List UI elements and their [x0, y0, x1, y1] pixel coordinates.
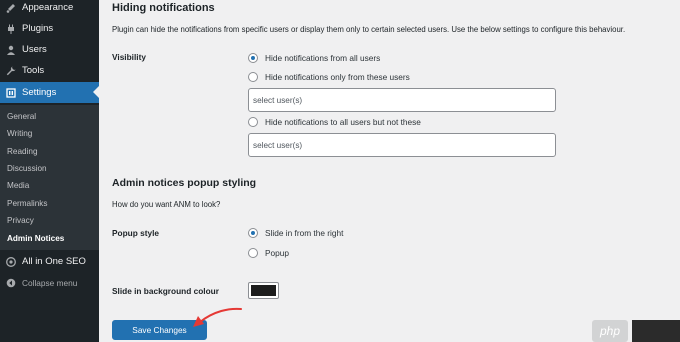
sidebar-item-appearance[interactable]: Appearance [0, 0, 99, 18]
submenu-general[interactable]: General [7, 112, 36, 121]
settings-content: Hiding notifications Plugin can hide the… [99, 0, 680, 342]
section-description: Plugin can hide the notifications from s… [112, 25, 626, 34]
radio-hide-only-these[interactable]: Hide notifications only from these users [248, 72, 410, 82]
collapse-menu-button[interactable]: Collapse menu [0, 272, 99, 293]
radio-hide-all[interactable]: Hide notifications from all users [248, 53, 380, 63]
paintbrush-icon [6, 3, 16, 13]
pointer-arrow-icon [193, 307, 242, 327]
section-title-hiding: Hiding notifications [112, 2, 215, 14]
watermark-bar [632, 320, 680, 342]
submenu-discussion[interactable]: Discussion [7, 164, 47, 173]
section-title-popup: Admin notices popup styling [112, 177, 257, 189]
radio-checked[interactable] [248, 53, 258, 63]
radio-unchecked[interactable] [248, 117, 258, 127]
popup-description: How do you want ANM to look? [112, 200, 221, 209]
submenu-media[interactable]: Media [7, 181, 29, 190]
radio-slide-in[interactable]: Slide in from the right [248, 228, 343, 238]
settings-submenu: General Writing Reading Discussion Media… [0, 105, 99, 250]
sidebar-item-users[interactable]: Users [0, 39, 99, 60]
sidebar-item-label: Appearance [22, 2, 74, 13]
color-picker-button[interactable] [248, 282, 279, 299]
radio-label: Popup [265, 248, 289, 258]
sidebar-item-label: Users [22, 44, 47, 55]
aioseo-icon [6, 256, 16, 267]
submenu-permalinks[interactable]: Permalinks [7, 199, 48, 208]
color-swatch-fill [251, 285, 276, 296]
radio-label: Slide in from the right [265, 228, 344, 238]
radio-popup[interactable]: Popup [248, 248, 289, 258]
users-icon [6, 45, 16, 55]
select-users-input-1[interactable]: select user(s) [248, 88, 556, 112]
submenu-privacy[interactable]: Privacy [7, 216, 34, 225]
submenu-writing[interactable]: Writing [7, 129, 32, 138]
sidebar-item-aioseo[interactable]: All in One SEO [0, 251, 99, 272]
watermark: php [592, 320, 680, 342]
bg-colour-label: Slide in background colour [112, 286, 219, 296]
submenu-reading[interactable]: Reading [7, 147, 38, 156]
sidebar-item-label: Plugins [22, 23, 54, 34]
plugin-icon [6, 24, 16, 34]
sidebar-item-label: Settings [22, 87, 57, 98]
radio-unchecked[interactable] [248, 72, 258, 82]
submenu-admin-notices[interactable]: Admin Notices [7, 234, 64, 243]
radio-checked[interactable] [248, 228, 258, 238]
sidebar-item-tools[interactable]: Tools [0, 60, 99, 81]
sidebar-item-label: All in One SEO [22, 256, 86, 267]
radio-unchecked[interactable] [248, 248, 258, 258]
sidebar-item-label: Collapse menu [22, 277, 78, 288]
admin-sidebar: Appearance Plugins Users Tools Settings … [0, 0, 99, 342]
select-users-input-2[interactable]: select user(s) [248, 133, 556, 157]
radio-label: Hide notifications to all users but not … [265, 117, 421, 127]
wrench-icon [6, 66, 16, 76]
sidebar-item-settings[interactable]: Settings [0, 82, 99, 103]
php-logo: php [592, 320, 628, 342]
visibility-label: Visibility [112, 52, 146, 62]
sidebar-item-label: Tools [22, 65, 45, 76]
popup-style-label: Popup style [112, 228, 160, 238]
sidebar-item-plugins[interactable]: Plugins [0, 18, 99, 39]
radio-label: Hide notifications only from these users [265, 72, 410, 82]
radio-label: Hide notifications from all users [265, 53, 381, 63]
settings-icon [6, 87, 16, 98]
collapse-icon [6, 278, 16, 288]
radio-hide-all-but[interactable]: Hide notifications to all users but not … [248, 117, 421, 127]
